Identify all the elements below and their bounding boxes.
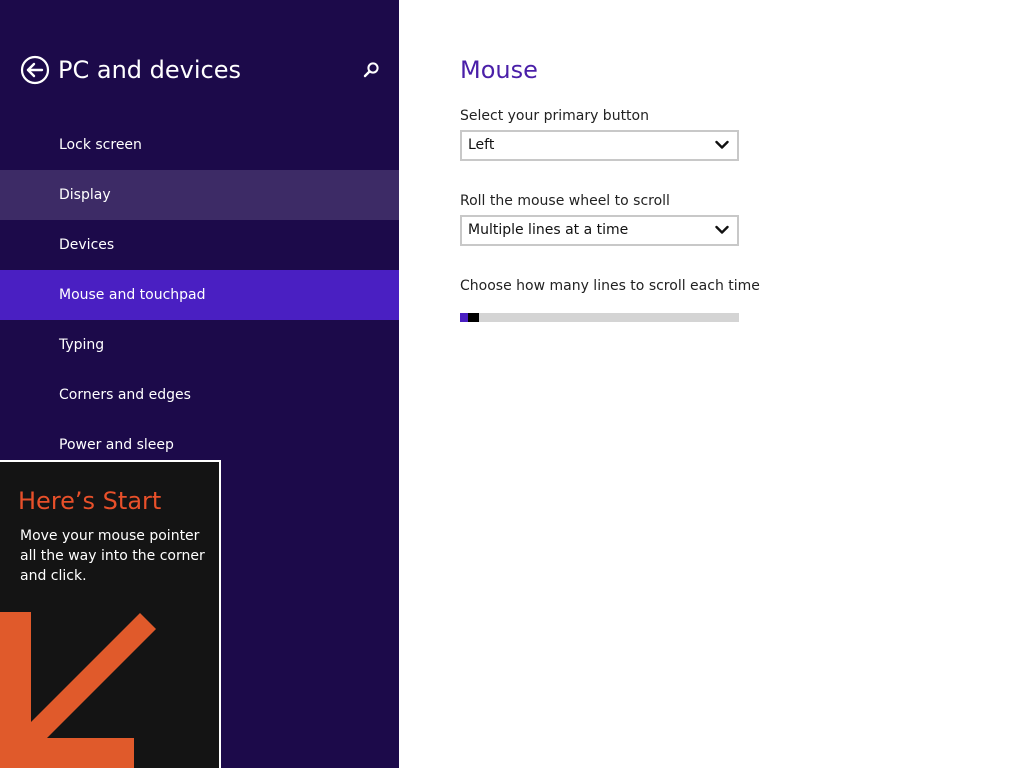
primary-button-label: Select your primary button: [460, 108, 649, 124]
scroll-lines-slider[interactable]: [460, 313, 739, 322]
primary-button-value: Left: [468, 137, 495, 153]
sidebar-item-display[interactable]: Display: [0, 170, 399, 220]
scroll-lines-label: Choose how many lines to scroll each tim…: [460, 278, 760, 294]
slider-fill: [460, 313, 468, 322]
scroll-mode-value: Multiple lines at a time: [468, 222, 629, 238]
chevron-down-icon: [715, 225, 729, 234]
sidebar-item-mouse-and-touchpad[interactable]: Mouse and touchpad: [0, 270, 399, 320]
scroll-mode-label: Roll the mouse wheel to scroll: [460, 193, 670, 209]
search-icon[interactable]: [362, 61, 380, 79]
start-tip-body: Move your mouse pointer all the way into…: [20, 528, 205, 584]
primary-button-dropdown[interactable]: Left: [460, 130, 739, 161]
sidebar-header: PC and devices: [20, 55, 384, 87]
page-title: Mouse: [460, 56, 538, 84]
sidebar-item-lock-screen[interactable]: Lock screen: [0, 120, 399, 170]
sidebar-title: PC and devices: [58, 56, 241, 84]
slider-thumb[interactable]: [468, 313, 479, 322]
back-arrow-icon[interactable]: [20, 55, 50, 85]
start-tip-title: Here’s Start: [18, 487, 162, 515]
mouse-settings-pane: Mouse Select your primary button Left Ro…: [460, 0, 1000, 768]
sidebar-item-corners-and-edges[interactable]: Corners and edges: [0, 370, 399, 420]
sidebar: PC and devices Lock screen Display Devic…: [0, 0, 399, 768]
sidebar-nav: Lock screen Display Devices Mouse and to…: [0, 120, 399, 470]
down-left-arrow-icon: [0, 612, 156, 768]
sidebar-item-typing[interactable]: Typing: [0, 320, 399, 370]
chevron-down-icon: [715, 140, 729, 149]
scroll-mode-dropdown[interactable]: Multiple lines at a time: [460, 215, 739, 246]
settings-window: PC and devices Lock screen Display Devic…: [0, 0, 1024, 768]
sidebar-item-devices[interactable]: Devices: [0, 220, 399, 270]
start-tip-panel: Here’s Start Move your mouse pointer all…: [0, 460, 221, 768]
